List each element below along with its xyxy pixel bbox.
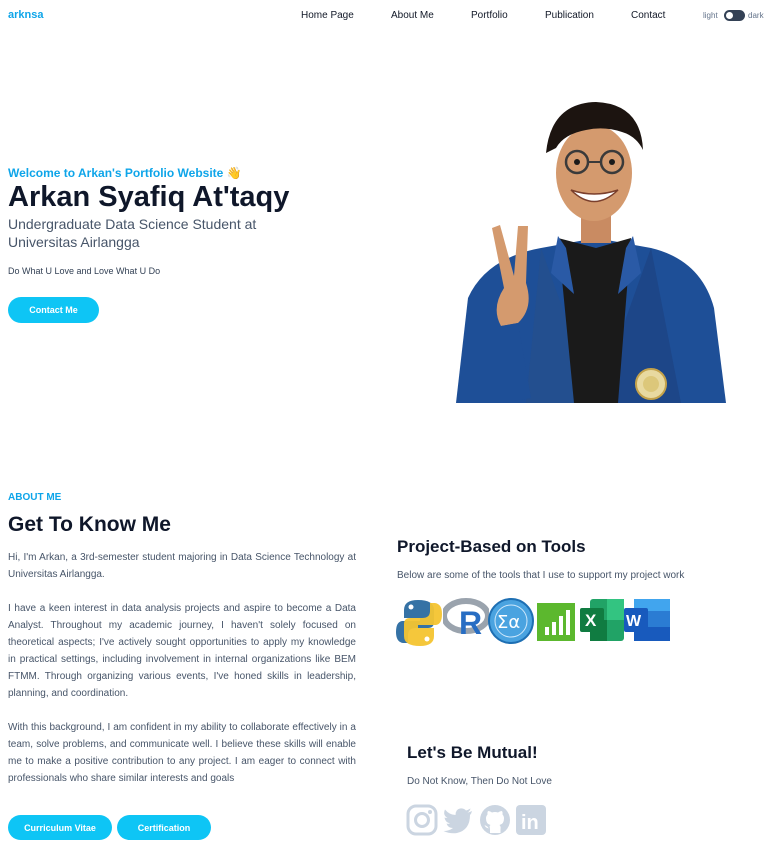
nav-contact[interactable]: Contact xyxy=(631,10,665,21)
svg-text:Σα: Σα xyxy=(497,612,520,633)
github-icon[interactable] xyxy=(479,804,511,836)
about-paragraph-3: With this background, I am confident in … xyxy=(8,722,356,784)
mutual-description: Do Not Know, Then Do Not Love xyxy=(407,776,552,787)
about-title: Get To Know Me xyxy=(8,513,171,536)
light-mode-label: light xyxy=(703,11,718,20)
curriculum-vitae-button[interactable]: Curriculum Vitae xyxy=(8,815,112,840)
word-icon: W xyxy=(624,599,670,646)
python-icon xyxy=(396,598,442,653)
tools-description: Below are some of the tools that I use t… xyxy=(397,570,685,581)
svg-text:X: X xyxy=(585,611,597,630)
contact-me-button[interactable]: Contact Me xyxy=(8,297,99,323)
profile-photo xyxy=(446,98,726,403)
profile-photo-illustration xyxy=(456,102,726,403)
svg-text:in: in xyxy=(521,812,539,834)
nav-about-me[interactable]: About Me xyxy=(391,10,434,21)
mutual-title: Let's Be Mutual! xyxy=(407,743,538,762)
svg-text:R: R xyxy=(459,605,482,641)
hero-name: Arkan Syafiq At'taqy xyxy=(8,181,290,213)
r-icon: R xyxy=(441,598,491,647)
dark-mode-label: dark xyxy=(748,11,764,20)
svg-text:W: W xyxy=(626,613,642,630)
excel-icon: X xyxy=(580,599,624,646)
linkedin-icon[interactable]: in xyxy=(515,804,547,836)
twitter-icon[interactable] xyxy=(442,804,474,836)
chart-app-icon xyxy=(537,603,575,646)
tools-title: Project-Based on Tools xyxy=(397,537,586,556)
toggle-knob xyxy=(726,12,733,19)
hero-subtitle: Undergraduate Data Science Student at Un… xyxy=(8,216,257,250)
nav-publication[interactable]: Publication xyxy=(545,10,594,21)
certification-button[interactable]: Certification xyxy=(117,815,211,840)
nav-home-page[interactable]: Home Page xyxy=(301,10,354,21)
about-paragraph-2: I have a keen interest in data analysis … xyxy=(8,603,356,699)
about-section-label: ABOUT ME xyxy=(8,492,62,503)
welcome-text: Welcome to Arkan's Portfolio Website 👋 xyxy=(8,166,242,180)
sigma-icon: Σα xyxy=(488,598,534,649)
site-logo[interactable]: arknsa xyxy=(8,9,43,21)
instagram-icon[interactable] xyxy=(406,804,438,836)
about-paragraph-1: Hi, I'm Arkan, a 3rd-semester student ma… xyxy=(8,552,356,580)
nav-portfolio[interactable]: Portfolio xyxy=(471,10,508,21)
theme-toggle[interactable] xyxy=(724,10,745,21)
hero-tagline: Do What U Love and Love What U Do xyxy=(8,266,161,276)
